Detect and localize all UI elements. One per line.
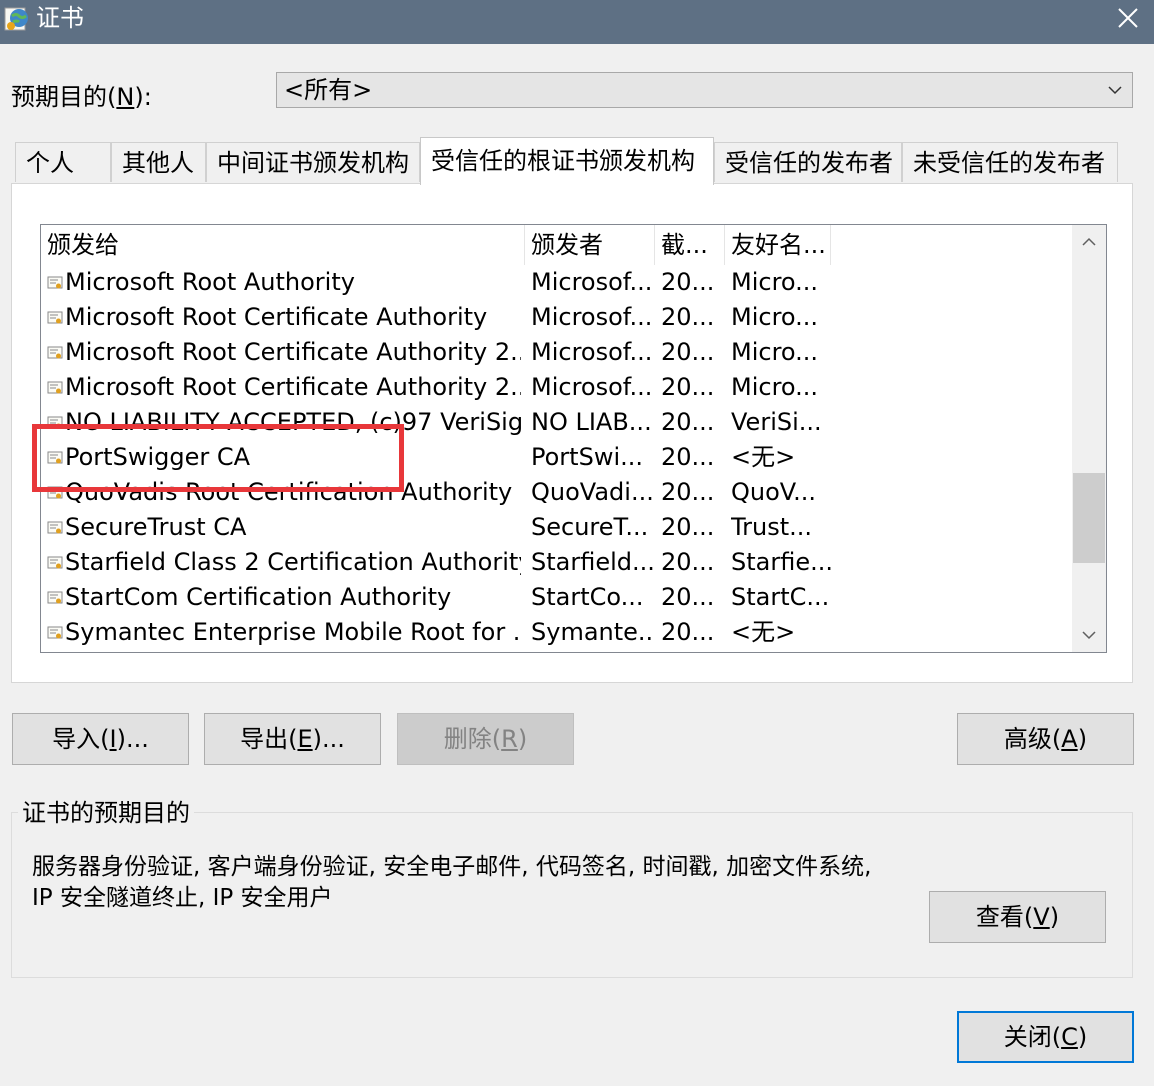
issued-to-cell: Microsoft Root Authority: [65, 268, 355, 296]
friendly-name-cell: <无>: [731, 618, 796, 646]
view-button[interactable]: 查看(V): [929, 891, 1106, 943]
issuer-cell: Microsof...: [531, 338, 653, 366]
issuer-cell: Microsof...: [531, 268, 653, 296]
intended-purpose-value: <所有>: [284, 76, 373, 104]
purposes-line-2: IP 安全隧道终止, IP 安全用户: [32, 885, 333, 911]
chevron-up-icon[interactable]: [1082, 235, 1096, 249]
issued-to-cell: Microsoft Root Certificate Authority 2..…: [65, 373, 521, 401]
certificate-icon: [47, 591, 63, 604]
expiration-cell: 20...: [661, 373, 715, 401]
friendly-name-cell: StartC...: [731, 583, 830, 611]
certificate-row[interactable]: Microsoft Root Certificate Authority Micr…: [41, 300, 1073, 335]
tab-personal[interactable]: 个人: [15, 142, 111, 182]
issued-to-cell: Symantec Enterprise Mobile Root for ...: [65, 618, 521, 646]
friendly-name-cell: QuoV...: [731, 478, 816, 506]
certificate-icon: [47, 346, 63, 359]
certificate-row[interactable]: Starfield Class 2 Certification Authorit…: [41, 545, 1073, 580]
issued-to-cell: Microsoft Root Certificate Authority 2..…: [65, 338, 521, 366]
vertical-scrollbar[interactable]: [1072, 225, 1106, 652]
column-divider[interactable]: [830, 225, 831, 265]
friendly-name-cell: Starfie...: [731, 548, 831, 576]
title-bar: 证书: [0, 0, 1154, 44]
issuer-cell: NO LIAB...: [531, 408, 652, 436]
intended-purpose-dropdown[interactable]: <所有>: [276, 72, 1133, 108]
expiration-cell: 20...: [661, 338, 715, 366]
column-issuer[interactable]: 颁发者: [531, 229, 603, 261]
expiration-cell: 20...: [661, 513, 715, 541]
certificate-icon: [47, 381, 63, 394]
chevron-down-icon[interactable]: [1082, 628, 1096, 642]
certificate-icon: [47, 626, 63, 639]
issued-to-cell: Microsoft Root Certificate Authority: [65, 303, 488, 331]
expiration-cell: 20...: [661, 618, 715, 646]
expiration-cell: 20...: [661, 548, 715, 576]
chevron-down-icon: [1108, 86, 1122, 95]
expiration-cell: 20...: [661, 443, 715, 471]
expiration-cell: 20...: [661, 583, 715, 611]
column-expiration[interactable]: 截...: [661, 229, 708, 261]
issued-to-cell: StartCom Certification Authority: [65, 583, 452, 611]
column-friendly-name[interactable]: 友好名...: [731, 229, 826, 261]
column-divider[interactable]: [724, 225, 725, 265]
certificate-row[interactable]: Microsoft Root Certificate Authority 2..…: [41, 335, 1073, 370]
certificate-row[interactable]: StartCom Certification Authority StartCo.…: [41, 580, 1073, 615]
expiration-cell: 20...: [661, 408, 715, 436]
column-issued-to[interactable]: 颁发给: [47, 229, 119, 261]
issuer-cell: SecureT...: [531, 513, 649, 541]
certificate-row[interactable]: Symantec Enterprise Mobile Root for ... S…: [41, 615, 1073, 650]
certificate-purposes-title: 证书的预期目的: [18, 798, 194, 828]
certificate-purposes-text: 服务器身份验证, 客户端身份验证, 安全电子邮件, 代码签名, 时间戳, 加密文…: [32, 852, 912, 914]
certificate-row[interactable]: Microsoft Root Authority Microsof... 20...…: [41, 265, 1073, 300]
issued-to-cell: Starfield Class 2 Certification Authorit…: [65, 548, 521, 576]
column-divider[interactable]: [654, 225, 655, 265]
tab-other-people[interactable]: 其他人: [111, 142, 206, 182]
friendly-name-cell: Micro...: [731, 268, 819, 296]
expiration-cell: 20...: [661, 303, 715, 331]
issuer-cell: Microsof...: [531, 303, 653, 331]
highlight-box: [32, 424, 404, 492]
issuer-cell: QuoVadi...: [531, 478, 653, 506]
certificate-globe-icon: [4, 7, 28, 31]
certificate-row[interactable]: Microsoft Root Certificate Authority 2..…: [41, 370, 1073, 405]
list-header: 颁发给 颁发者 截... 友好名...: [41, 225, 1073, 265]
friendly-name-cell: Micro...: [731, 303, 819, 331]
issuer-cell: Starfield...: [531, 548, 653, 576]
issuer-cell: Symante...: [531, 618, 653, 646]
certificate-icon: [47, 521, 63, 534]
window-title: 证书: [36, 4, 84, 32]
certificate-icon: [47, 556, 63, 569]
expiration-cell: 20...: [661, 478, 715, 506]
tab-untrusted-publishers[interactable]: 未受信任的发布者: [902, 142, 1118, 182]
friendly-name-cell: Trust...: [731, 513, 813, 541]
scroll-thumb[interactable]: [1073, 473, 1105, 563]
column-divider[interactable]: [524, 225, 525, 265]
certificate-row[interactable]: SecureTrust CA SecureT... 20... Trust...: [41, 510, 1073, 545]
issuer-cell: PortSwi...: [531, 443, 643, 471]
expiration-cell: 20...: [661, 268, 715, 296]
tab-intermediate-ca[interactable]: 中间证书颁发机构: [206, 142, 420, 182]
remove-button[interactable]: 删除(R): [397, 713, 574, 765]
tab-trusted-root-ca[interactable]: 受信任的根证书颁发机构: [420, 137, 714, 185]
friendly-name-cell: <无>: [731, 443, 796, 471]
issuer-cell: StartCo...: [531, 583, 644, 611]
close-button[interactable]: 关闭(C): [957, 1011, 1134, 1063]
advanced-button[interactable]: 高级(A): [957, 713, 1134, 765]
purposes-line-1: 服务器身份验证, 客户端身份验证, 安全电子邮件, 代码签名, 时间戳, 加密文…: [32, 854, 872, 880]
friendly-name-cell: Micro...: [731, 338, 819, 366]
certificate-icon: [47, 276, 63, 289]
certificate-icon: [47, 311, 63, 324]
friendly-name-cell: Micro...: [731, 373, 819, 401]
export-button[interactable]: 导出(E)...: [204, 713, 381, 765]
close-icon[interactable]: [1108, 2, 1148, 38]
import-button[interactable]: 导入(I)...: [12, 713, 189, 765]
issued-to-cell: SecureTrust CA: [65, 513, 247, 541]
tab-trusted-publishers[interactable]: 受信任的发布者: [714, 142, 902, 182]
friendly-name-cell: VeriSi...: [731, 408, 822, 436]
issuer-cell: Microsof...: [531, 373, 653, 401]
intended-purpose-label: 预期目的(N):: [11, 83, 152, 111]
